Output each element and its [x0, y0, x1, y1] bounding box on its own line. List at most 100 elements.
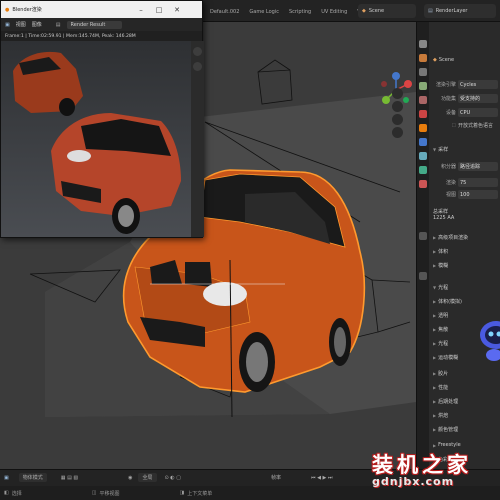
particles-tab-icon[interactable]	[419, 152, 427, 160]
viewport-samples-row: 视图 100	[430, 190, 500, 199]
snap-icon[interactable]: ⊙ ◐ ▢	[165, 475, 181, 481]
menu-view[interactable]: 视图	[16, 21, 26, 28]
transform-orientation-dropdown[interactable]: 全局	[138, 473, 157, 482]
editor-type-icon[interactable]: ▣	[4, 475, 9, 481]
workspace-tabs: Default.002 Game Logic Scripting UV Edit…	[205, 6, 376, 18]
render-result-image	[1, 41, 191, 237]
scene-name: Scene	[368, 8, 385, 14]
constraints-tab-icon[interactable]	[419, 272, 427, 280]
total-samples: 总采样 1225 AA	[430, 208, 500, 221]
panel-label: 焦散	[438, 327, 449, 333]
render-samples-field[interactable]: 75	[458, 178, 498, 187]
feature-set-dropdown[interactable]: 受支持的	[458, 94, 498, 103]
status-context: 上下文菜单	[187, 490, 213, 497]
view-layer-tab-icon[interactable]	[419, 82, 427, 90]
zoom-icon[interactable]	[193, 47, 202, 56]
workspace-tab[interactable]: Game Logic	[244, 6, 284, 18]
workspace-tab[interactable]: UV Editing	[316, 6, 352, 18]
osl-row: ☐ 开放式着色语言	[430, 122, 500, 130]
image-browse-icon[interactable]: ▤	[56, 22, 61, 28]
workspace-tab[interactable]: Scripting	[284, 6, 316, 18]
panel-label: 胶片	[438, 371, 449, 377]
minimize-icon[interactable]: –	[132, 1, 150, 18]
scene-tab-icon[interactable]	[419, 96, 427, 104]
mode-dropdown[interactable]: 物体模式	[18, 473, 47, 482]
modifier-tab-icon[interactable]	[419, 138, 427, 146]
panel-header[interactable]: ▶ Freestyle	[430, 442, 500, 448]
render-tab-icon[interactable]	[419, 54, 427, 62]
panel-label: 光程	[438, 341, 449, 347]
assistant-robot-icon[interactable]	[478, 315, 500, 363]
panel-header[interactable]: ▶ 烘焙	[430, 412, 500, 419]
mouse-right-icon: ◨	[179, 490, 185, 496]
total-samples-label: 总采样	[433, 209, 449, 215]
object-tab-icon[interactable]	[419, 124, 427, 132]
menu-image[interactable]: 图像	[32, 21, 42, 28]
panel-header[interactable]: ▶ 胶片	[430, 370, 500, 377]
material-tab-icon[interactable]	[419, 180, 427, 188]
render-window-titlebar: ● Blender渲染 – □ ✕	[1, 1, 202, 18]
close-icon[interactable]: ✕	[168, 1, 186, 18]
properties-editor: ◆ Scene 渲染引擎 Cycles 功能集 受支持的 设备 CPU ☐ 开放…	[416, 22, 500, 469]
properties-tabs	[417, 22, 429, 469]
expand-icon: ▼	[433, 147, 437, 152]
camera-icon[interactable]	[392, 114, 403, 125]
panel-label: 体积(模拟)	[438, 299, 462, 305]
rendered-cars	[1, 41, 191, 237]
editor-type-icon[interactable]: ▣	[5, 22, 10, 28]
mouse-middle-icon: ◫	[91, 490, 97, 496]
playback-controls[interactable]: ⏮ ◀ ▶ ⏭	[311, 475, 332, 481]
osl-checkbox[interactable]: ☐	[430, 123, 458, 129]
panel-header[interactable]: ▼ 光程	[430, 284, 500, 291]
render-layer-name: RenderLayer	[435, 8, 468, 14]
viewport-navigation	[392, 88, 403, 138]
pivot-icon[interactable]: ◉	[128, 475, 132, 481]
panel-label: 烘焙	[438, 413, 449, 419]
device-dropdown[interactable]: CPU	[458, 108, 498, 117]
panel-label: 运动模糊	[438, 355, 459, 361]
panel-header[interactable]: ▶ 模糊	[430, 262, 500, 269]
zoom-icon[interactable]	[392, 88, 403, 99]
sampling-panel-header[interactable]: ▼ 采样	[430, 146, 500, 153]
workspace-tab[interactable]: Default.002	[205, 6, 244, 18]
hand-icon[interactable]	[193, 62, 202, 71]
panel-header[interactable]: ▶ 后期处理	[430, 398, 500, 405]
integrator-dropdown[interactable]: 路径追踪	[458, 162, 498, 171]
panel-header[interactable]: ▶ 体积(模拟)	[430, 298, 500, 305]
render-engine-dropdown[interactable]: Cycles	[458, 80, 498, 89]
panel-label: 体积	[438, 249, 449, 255]
render-samples-label: 渲染	[445, 180, 456, 186]
panel-label: 透明	[438, 313, 449, 319]
tool-tab-icon[interactable]	[419, 40, 427, 48]
output-tab-icon[interactable]	[419, 68, 427, 76]
grid-icon[interactable]	[392, 127, 403, 138]
world-tab-icon[interactable]	[419, 110, 427, 118]
breadcrumb-label: Scene	[438, 57, 455, 63]
texture-tab-icon[interactable]	[419, 232, 427, 240]
physics-tab-icon[interactable]	[419, 166, 427, 174]
blender-logo-icon: ●	[5, 6, 10, 13]
render-engine-label: 渲染引擎	[435, 82, 456, 88]
panel-label: 模糊	[438, 263, 449, 269]
scene-icon: ◆	[362, 8, 366, 14]
panel-header[interactable]: ▶ 高级项目渲染	[430, 234, 500, 241]
panel-header[interactable]: ▶ 性能	[430, 384, 500, 391]
hand-icon[interactable]	[392, 101, 403, 112]
maximize-icon[interactable]: □	[150, 1, 168, 18]
render-window-menu: ▣ 视图 图像 ▤ Render Result	[1, 18, 202, 31]
view-menu-icon[interactable]: ▦ ▤ ▧	[61, 475, 78, 481]
viewport-samples-field[interactable]: 100	[458, 190, 498, 199]
render-samples-row: 渲染 75	[430, 178, 500, 187]
viewport-samples-label: 视图	[445, 192, 456, 198]
mouse-left-icon: ◧	[4, 490, 9, 496]
panel-header[interactable]: ▶ 颜色管理	[430, 426, 500, 433]
scene-selector[interactable]: ◆ Scene	[358, 4, 416, 18]
frame-rate-label: 帧率	[270, 475, 281, 481]
osl-label: 开放式着色语言	[458, 123, 494, 129]
panel-label: 颜色管理	[438, 427, 459, 433]
render-window[interactable]: ● Blender渲染 – □ ✕ ▣ 视图 图像 ▤ Render Resul…	[0, 0, 204, 238]
panel-header[interactable]: ▶ 体积	[430, 248, 500, 255]
watermark-url: gdnjbx.com	[372, 475, 455, 488]
render-layer-selector[interactable]: ▤ RenderLayer	[424, 4, 496, 18]
integrator-label: 积分器	[440, 164, 456, 170]
